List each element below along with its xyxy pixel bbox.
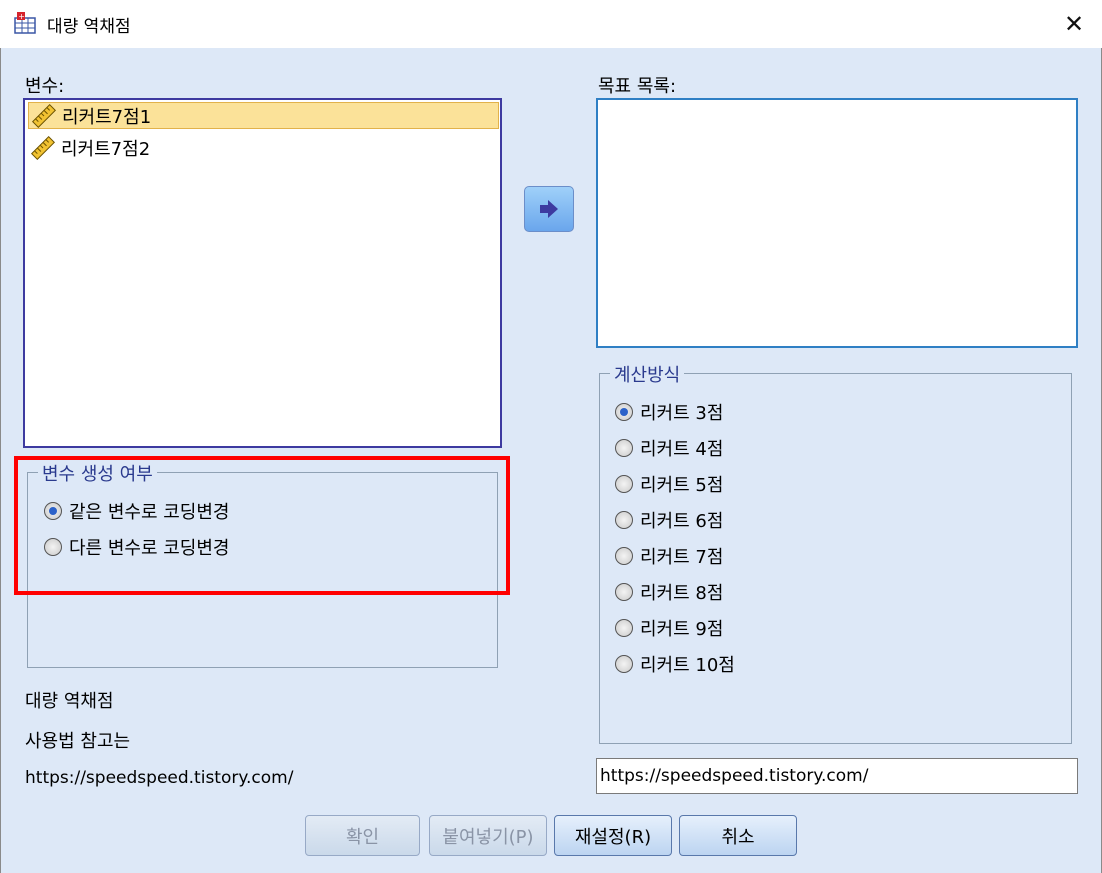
variable-creation-group: 변수 생성 여부 같은 변수로 코딩변경 다른 변수로 코딩변경 <box>27 460 498 668</box>
radio-label: 리커트 3점 <box>640 403 724 424</box>
radio-button[interactable] <box>615 547 633 565</box>
url-field[interactable] <box>596 758 1078 794</box>
variable-creation-title: 변수 생성 여부 <box>38 460 157 486</box>
close-button[interactable]: ✕ <box>1046 0 1102 48</box>
radio-button[interactable] <box>44 538 62 556</box>
arrow-right-icon <box>540 200 558 218</box>
radio-likert-10[interactable]: 리커트 10점 <box>615 651 735 677</box>
paste-button[interactable]: 붙여넣기(P) <box>429 815 547 856</box>
radio-likert-7[interactable]: 리커트 7점 <box>615 543 723 569</box>
app-icon: + <box>14 12 36 34</box>
radio-button[interactable] <box>615 439 633 457</box>
move-to-target-button[interactable] <box>524 186 574 232</box>
window-title: 대량 역채점 <box>47 17 131 37</box>
radio-button[interactable] <box>615 619 633 637</box>
target-label: 목표 목록: <box>598 76 677 97</box>
title-bar: + 대량 역채점 ✕ <box>0 0 1102 48</box>
radio-button[interactable] <box>615 403 633 421</box>
radio-button[interactable] <box>615 583 633 601</box>
radio-likert-8[interactable]: 리커트 8점 <box>615 579 723 605</box>
info-url-text: https://speedspeed.tistory.com/ <box>25 768 294 788</box>
variables-listbox[interactable]: 리커트7점1 리커트7점2 <box>23 98 502 448</box>
variable-item-label: 리커트7점2 <box>61 138 151 160</box>
radio-likert-3[interactable]: 리커트 3점 <box>615 399 723 425</box>
radio-label: 리커트 8점 <box>640 583 724 604</box>
radio-label: 리커트 4점 <box>640 439 724 460</box>
ok-button[interactable]: 확인 <box>305 815 420 856</box>
radio-button[interactable] <box>44 502 62 520</box>
radio-likert-5[interactable]: 리커트 5점 <box>615 471 723 497</box>
target-listbox[interactable] <box>596 98 1078 348</box>
cancel-button[interactable]: 취소 <box>679 815 797 856</box>
radio-same-variable[interactable]: 같은 변수로 코딩변경 <box>44 498 229 524</box>
radio-label: 리커트 7점 <box>640 547 724 568</box>
radio-label: 다른 변수로 코딩변경 <box>69 538 230 559</box>
scale-measure-icon <box>32 103 56 128</box>
calculation-method-group: 계산방식 리커트 3점 리커트 4점 리커트 5점 리커트 6점 리커트 7점 … <box>599 361 1072 744</box>
svg-text:+: + <box>18 12 25 21</box>
variables-label: 변수: <box>25 76 65 97</box>
radio-button[interactable] <box>615 655 633 673</box>
radio-likert-4[interactable]: 리커트 4점 <box>615 435 723 461</box>
scale-measure-icon <box>31 135 55 160</box>
radio-likert-6[interactable]: 리커트 6점 <box>615 507 723 533</box>
variable-item[interactable]: 리커트7점2 <box>28 134 499 161</box>
radio-label: 리커트 6점 <box>640 511 724 532</box>
variable-item-label: 리커트7점1 <box>62 106 152 128</box>
radio-label: 리커트 9점 <box>640 619 724 640</box>
radio-label: 리커트 5점 <box>640 475 724 496</box>
info-title: 대량 역채점 <box>25 691 114 712</box>
radio-button[interactable] <box>615 511 633 529</box>
variable-item[interactable]: 리커트7점1 <box>28 102 499 129</box>
radio-label: 같은 변수로 코딩변경 <box>69 502 230 523</box>
radio-likert-9[interactable]: 리커트 9점 <box>615 615 723 641</box>
radio-button[interactable] <box>615 475 633 493</box>
radio-different-variable[interactable]: 다른 변수로 코딩변경 <box>44 534 229 560</box>
reset-button[interactable]: 재설정(R) <box>554 815 672 856</box>
window-frame-left <box>0 48 1 873</box>
info-usage-text: 사용법 참고는 <box>25 731 131 752</box>
radio-label: 리커트 10점 <box>640 655 735 676</box>
calculation-method-title: 계산방식 <box>610 361 685 387</box>
